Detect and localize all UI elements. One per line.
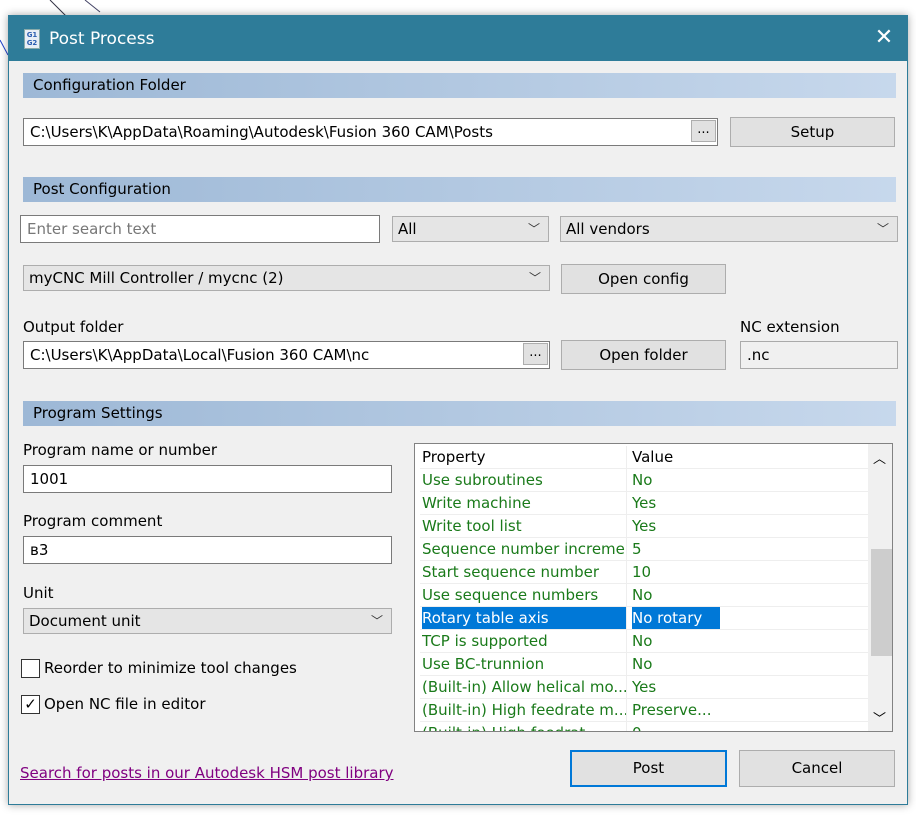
chevron-down-icon: ﹀ <box>527 222 540 236</box>
unit-value: Document unit <box>29 612 141 630</box>
property-value[interactable]: No <box>632 469 720 491</box>
section-configuration-folder: Configuration Folder <box>23 73 896 98</box>
open-config-button[interactable]: Open config <box>561 264 726 294</box>
property-row[interactable]: (Built-in) High feedrat... 0 <box>420 722 870 731</box>
program-comment-label: Program comment <box>23 512 163 530</box>
property-name: Sequence number increment <box>422 540 627 558</box>
browse-config-button[interactable]: ... <box>691 120 716 142</box>
program-name-input[interactable]: 1001 <box>23 465 392 493</box>
section-program-settings: Program Settings <box>23 401 896 426</box>
property-row[interactable]: Write tool list Yes <box>420 515 870 538</box>
scroll-up-icon[interactable]: ︿ <box>873 448 886 467</box>
property-value[interactable]: 0 <box>632 722 720 731</box>
property-name: Write tool list <box>422 517 522 535</box>
header-property: Property <box>422 448 486 466</box>
property-name: Start sequence number <box>422 563 600 581</box>
properties-scrollbar[interactable]: ︿ ﹀ <box>868 444 892 731</box>
property-value[interactable]: No <box>632 630 720 652</box>
property-name: Write machine <box>422 494 531 512</box>
property-row[interactable]: (Built-in) Allow helical mo... Yes <box>420 676 870 699</box>
vendor-dropdown[interactable]: All vendors ﹀ <box>560 216 898 242</box>
property-value[interactable]: Yes <box>632 492 720 514</box>
output-folder-input[interactable]: C:\Users\K\AppData\Local\Fusion 360 CAM\… <box>23 341 550 369</box>
checkmark-icon: ✓ <box>24 695 37 713</box>
property-row[interactable]: Start sequence number 10 <box>420 561 870 584</box>
unit-label: Unit <box>23 584 54 602</box>
property-row[interactable]: Write machine Yes <box>420 492 870 515</box>
property-name: Use subroutines <box>422 471 543 489</box>
grid-header: Property Value <box>420 446 870 469</box>
property-name: (Built-in) Allow helical mo... <box>422 678 627 696</box>
nc-extension-label: NC extension <box>740 318 840 336</box>
search-placeholder: Enter search text <box>27 220 157 238</box>
property-value[interactable]: Yes <box>632 515 720 537</box>
post-value: myCNC Mill Controller / mycnc (2) <box>29 269 284 287</box>
property-row[interactable]: Rotary table axis No rotary <box>420 607 870 630</box>
property-name: TCP is supported <box>422 632 548 650</box>
open-nc-label: Open NC file in editor <box>44 695 206 713</box>
property-row[interactable]: Use sequence numbers No <box>420 584 870 607</box>
post-process-dialog: G1 G2 Post Process ✕ Configuration Folder… <box>8 15 908 805</box>
property-name: Use BC-trunnion <box>422 655 545 673</box>
property-name: Rotary table axis <box>422 607 627 629</box>
output-folder-path: C:\Users\K\AppData\Local\Fusion 360 CAM\… <box>30 346 370 364</box>
reorder-label: Reorder to minimize tool changes <box>44 659 297 677</box>
section-post-configuration: Post Configuration <box>23 177 896 202</box>
vendor-value: All vendors <box>566 220 650 238</box>
config-folder-path: C:\Users\K\AppData\Roaming\Autodesk\Fusi… <box>30 123 493 141</box>
scroll-down-icon[interactable]: ﹀ <box>873 708 886 727</box>
header-value: Value <box>632 448 674 466</box>
filter-value: All <box>398 220 417 238</box>
property-row[interactable]: Use BC-trunnion No <box>420 653 870 676</box>
property-row[interactable]: Use subroutines No <box>420 469 870 492</box>
scrollbar-thumb[interactable] <box>871 549 892 656</box>
properties-grid[interactable]: Property Value Use subroutines No Write mac… <box>414 443 893 732</box>
nc-extension-input[interactable]: .nc <box>740 341 898 369</box>
property-name: Use sequence numbers <box>422 586 599 604</box>
window-title: Post Process <box>49 28 155 49</box>
title-bar: G1 G2 Post Process ✕ <box>9 16 907 61</box>
open-nc-checkbox[interactable]: ✓ <box>21 695 40 714</box>
unit-dropdown[interactable]: Document unit ﹀ <box>23 608 392 634</box>
config-folder-input[interactable]: C:\Users\K\AppData\Roaming\Autodesk\Fusi… <box>23 118 718 146</box>
post-library-link[interactable]: Search for posts in our Autodesk HSM pos… <box>20 764 394 782</box>
cancel-button[interactable]: Cancel <box>739 750 895 787</box>
output-folder-label: Output folder <box>23 318 124 336</box>
property-value[interactable]: Yes <box>632 676 720 698</box>
post-dropdown[interactable]: myCNC Mill Controller / mycnc (2) ﹀ <box>23 265 550 291</box>
property-value[interactable]: No <box>632 653 720 675</box>
close-button[interactable]: ✕ <box>869 24 899 52</box>
property-name: (Built-in) High feedrate m... <box>422 701 627 719</box>
chevron-down-icon: ﹀ <box>528 271 541 285</box>
property-row[interactable]: TCP is supported No <box>420 630 870 653</box>
property-value[interactable]: 5 <box>632 538 720 560</box>
open-folder-button[interactable]: Open folder <box>561 340 726 370</box>
reorder-checkbox[interactable] <box>21 659 40 678</box>
property-value[interactable]: 10 <box>632 561 720 583</box>
property-row[interactable]: (Built-in) High feedrate m... Preserve... <box>420 699 870 722</box>
search-input[interactable]: Enter search text <box>20 215 380 243</box>
post-button[interactable]: Post <box>570 750 727 787</box>
program-name-label: Program name or number <box>23 441 218 459</box>
property-value[interactable]: No <box>632 584 720 606</box>
property-value[interactable]: No rotary <box>632 607 720 629</box>
property-row[interactable]: Sequence number increment 5 <box>420 538 870 561</box>
property-value[interactable]: Preserve... <box>632 699 720 721</box>
chevron-down-icon: ﹀ <box>370 614 383 628</box>
filter-dropdown[interactable]: All ﹀ <box>392 216 549 242</box>
g1-g2-app-icon: G1 G2 <box>24 28 40 49</box>
browse-output-button[interactable]: ... <box>523 343 548 365</box>
program-comment-input[interactable]: в3 <box>23 536 392 564</box>
chevron-down-icon: ﹀ <box>876 222 889 236</box>
setup-button[interactable]: Setup <box>730 117 895 147</box>
property-name: (Built-in) High feedrat... <box>422 722 627 731</box>
